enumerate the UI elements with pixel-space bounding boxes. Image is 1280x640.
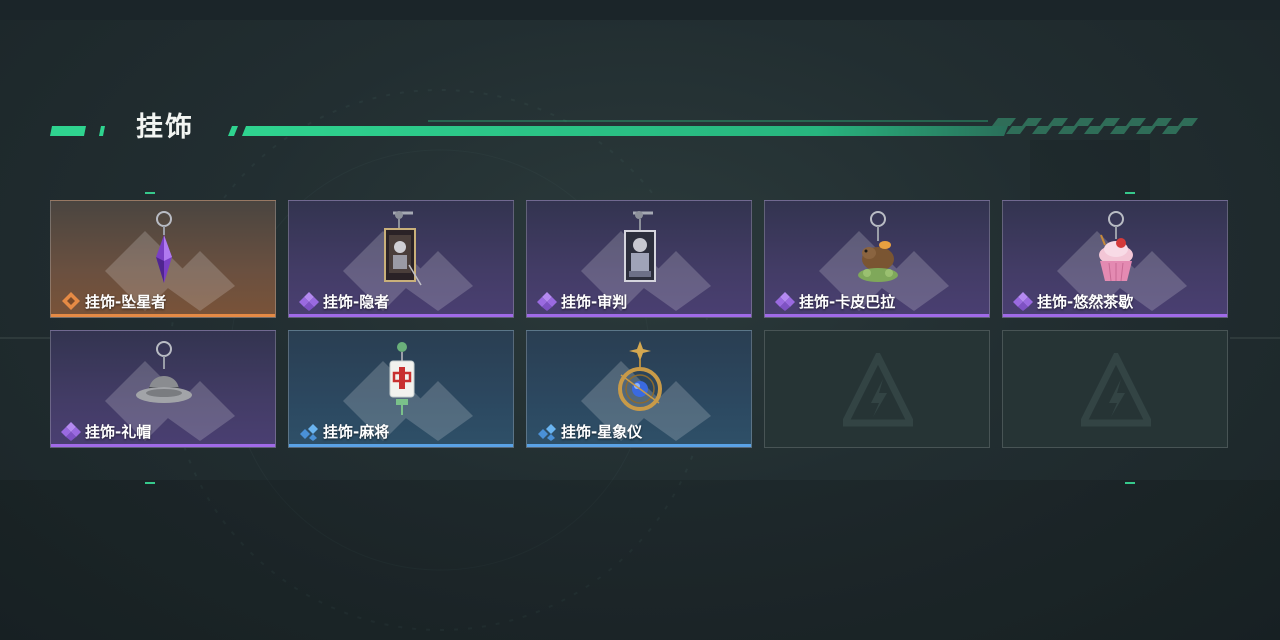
empty-slot-logo-icon xyxy=(1081,353,1151,427)
charm-label-row: 挂饰-卡皮巴拉 xyxy=(775,291,895,311)
blue-rarity-diamond-icon xyxy=(300,424,318,441)
charm-card[interactable]: 挂饰-坠星者 xyxy=(50,200,276,318)
charm-card[interactable]: 挂饰-麻将 xyxy=(288,330,514,448)
rarity-bar-purple xyxy=(765,314,989,317)
tarot-card-charm-icon xyxy=(384,211,422,286)
empty-charm-slot[interactable] xyxy=(1002,330,1228,448)
section-title: 挂饰 xyxy=(136,112,194,143)
tarot-card-charm-icon xyxy=(624,211,656,282)
charm-name: 挂饰-星象仪 xyxy=(561,422,643,441)
charm-label-row: 挂饰-麻将 xyxy=(299,421,389,441)
charm-card[interactable]: 挂饰-悠然茶歇 xyxy=(1002,200,1228,318)
empty-charm-slot[interactable] xyxy=(764,330,990,448)
blue-rarity-diamond-icon xyxy=(538,424,556,441)
rarity-bar-orange xyxy=(51,314,275,317)
rarity-bar-purple xyxy=(527,314,751,317)
orange-rarity-diamond-icon xyxy=(62,292,80,310)
rarity-bar-blue xyxy=(289,444,513,447)
charm-name: 挂饰-坠星者 xyxy=(85,292,167,311)
section-header: 挂饰 xyxy=(48,110,1208,150)
charm-card[interactable]: 挂饰-礼帽 xyxy=(50,330,276,448)
charm-card[interactable]: 挂饰-隐者 xyxy=(288,200,514,318)
rarity-bar-blue xyxy=(527,444,751,447)
charm-name: 挂饰-礼帽 xyxy=(85,422,152,441)
charm-grid: 挂饰-坠星者 挂饰-隐者 挂饰-审判 挂饰-卡皮巴拉 挂饰-悠然茶歇 挂饰-礼帽… xyxy=(50,200,1230,450)
mahjong-tile-charm-icon xyxy=(389,342,415,415)
purple-rarity-diamond-icon xyxy=(775,292,795,311)
rarity-bar-purple xyxy=(289,314,513,317)
charm-label-row: 挂饰-坠星者 xyxy=(61,291,166,311)
purple-rarity-diamond-icon xyxy=(299,292,319,311)
charm-label-row: 挂饰-星象仪 xyxy=(537,421,642,441)
charm-name: 挂饰-麻将 xyxy=(323,422,390,441)
charm-name: 挂饰-悠然茶歇 xyxy=(1037,292,1134,311)
charm-card[interactable]: 挂饰-卡皮巴拉 xyxy=(764,200,990,318)
charm-name: 挂饰-卡皮巴拉 xyxy=(799,292,896,311)
charm-label-row: 挂饰-礼帽 xyxy=(61,421,151,441)
rarity-bar-purple xyxy=(1003,314,1227,317)
frame-mark-top-right xyxy=(1125,192,1135,194)
purple-rarity-diamond-icon xyxy=(537,292,557,311)
charm-label-row: 挂饰-隐者 xyxy=(299,291,389,311)
frame-mark-top-left xyxy=(145,192,155,194)
charm-label-row: 挂饰-悠然茶歇 xyxy=(1013,291,1133,311)
cupcake-charm-icon xyxy=(1099,211,1133,282)
astrolabe-charm-icon xyxy=(618,341,662,411)
frame-mark-bottom-left xyxy=(145,482,155,484)
charm-name: 挂饰-隐者 xyxy=(323,292,390,311)
header-stripe-graphic xyxy=(50,118,1198,136)
purple-rarity-diamond-icon xyxy=(1013,292,1033,311)
charm-card[interactable]: 挂饰-审判 xyxy=(526,200,752,318)
purple-crystal-charm-icon xyxy=(156,211,172,283)
charm-name: 挂饰-审判 xyxy=(561,292,628,311)
capybara-charm-icon xyxy=(858,211,898,282)
purple-rarity-diamond-icon xyxy=(61,422,81,441)
empty-slot-logo-icon xyxy=(843,353,913,427)
fedora-hat-charm-icon xyxy=(136,341,192,403)
rarity-bar-purple xyxy=(51,444,275,447)
frame-mark-bottom-right xyxy=(1125,482,1135,484)
charm-label-row: 挂饰-审判 xyxy=(537,291,627,311)
top-bar xyxy=(0,0,1280,20)
charm-card[interactable]: 挂饰-星象仪 xyxy=(526,330,752,448)
